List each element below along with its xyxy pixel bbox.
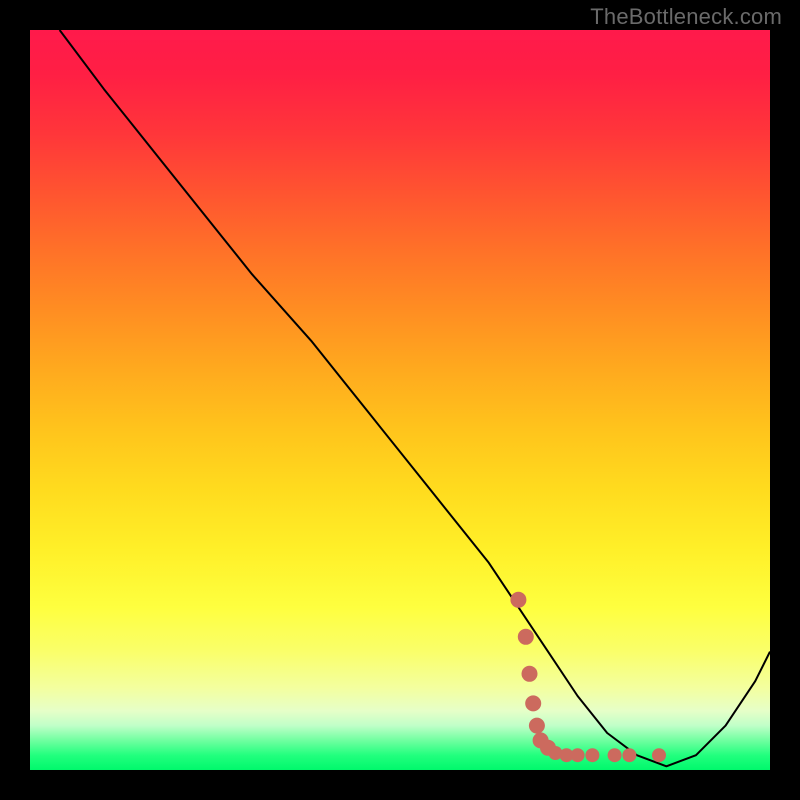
marker-dot [518, 629, 534, 645]
marker-dot [571, 748, 585, 762]
marker-dot [529, 718, 545, 734]
marker-dot [622, 748, 636, 762]
marker-dot [608, 748, 622, 762]
marker-dot [585, 748, 599, 762]
optimal-zone-markers [510, 592, 666, 762]
marker-dot [510, 592, 526, 608]
marker-dot [522, 666, 538, 682]
chart-svg [30, 30, 770, 770]
watermark-text: TheBottleneck.com [590, 4, 782, 30]
bottleneck-curve-line [60, 30, 770, 766]
marker-dot [525, 695, 541, 711]
marker-dot [652, 748, 666, 762]
plot-area [30, 30, 770, 770]
